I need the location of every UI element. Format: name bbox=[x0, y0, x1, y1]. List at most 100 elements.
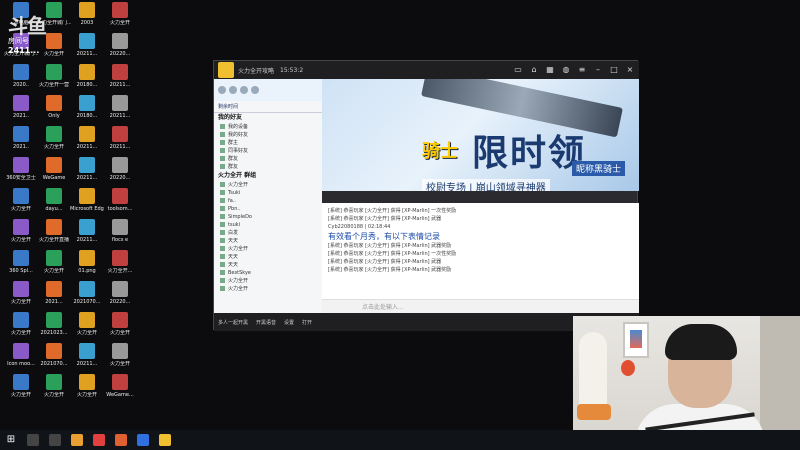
video-icon[interactable]: ▭ bbox=[511, 63, 525, 77]
avatar bbox=[220, 156, 225, 161]
promo-banner[interactable]: 骑士 限时领 昵称黑骑士 校尉专场 | 崩山领域寻神器 bbox=[322, 79, 639, 191]
app-icon bbox=[46, 281, 62, 297]
banner-tag: 昵称黑骑士 bbox=[571, 161, 625, 176]
desktop-icon-label: 01.png bbox=[78, 268, 96, 274]
desktop-icon-label: 2021070... bbox=[73, 299, 101, 305]
app-icon bbox=[46, 95, 62, 111]
avatar bbox=[220, 222, 225, 227]
home-tab-icon[interactable]: ⌂ bbox=[527, 63, 541, 77]
close-button[interactable]: × bbox=[623, 63, 637, 77]
friend-list-item[interactable]: SimpleDo bbox=[214, 213, 322, 221]
friend-group-header[interactable]: 我的好友 bbox=[214, 113, 322, 123]
desktop-icon-label: 20211... bbox=[76, 51, 98, 57]
friend-list-item[interactable]: 我的设备 bbox=[214, 123, 322, 131]
app-icon-orange[interactable] bbox=[115, 434, 127, 446]
app-icon bbox=[112, 343, 128, 359]
start-button[interactable]: ⊞ bbox=[4, 433, 18, 447]
avatar bbox=[220, 206, 225, 211]
avatar bbox=[220, 286, 225, 291]
settings-tab-icon[interactable] bbox=[240, 86, 248, 94]
friend-name: 天天 bbox=[228, 254, 239, 260]
friend-list-item[interactable]: BestSkye bbox=[214, 269, 322, 277]
friend-list-item[interactable]: fa.. bbox=[214, 197, 322, 205]
app-icon bbox=[13, 250, 29, 266]
friend-name: 天天 bbox=[228, 238, 239, 244]
chat-highlight-message: 有效看个月秀，有以下表情记录 bbox=[328, 232, 440, 241]
app-icon bbox=[46, 374, 62, 390]
friend-list-item[interactable]: 群友 bbox=[214, 155, 322, 163]
app-icon bbox=[112, 281, 128, 297]
friend-name: tsuki bbox=[228, 222, 241, 228]
gamepad-icon[interactable]: ◍ bbox=[559, 63, 573, 77]
task-view-icon[interactable] bbox=[49, 434, 61, 446]
minimize-button[interactable]: – bbox=[591, 63, 605, 77]
friend-list-item[interactable]: 火力全开 bbox=[214, 245, 322, 253]
app-icon-red[interactable] bbox=[93, 434, 105, 446]
app-icon bbox=[112, 188, 128, 204]
menu-icon[interactable]: ≡ bbox=[575, 63, 589, 77]
desktop-icon-label: 20180... bbox=[76, 113, 98, 119]
app-icon bbox=[13, 64, 29, 80]
app-icon bbox=[112, 33, 128, 49]
chat-input-placeholder[interactable]: 点击此处输入... bbox=[362, 302, 404, 311]
desktop-icon-label: 火力全开 bbox=[109, 361, 130, 367]
desktop-icon-label: WeGame bbox=[42, 175, 66, 181]
app-icon bbox=[13, 95, 29, 111]
friend-list-item[interactable]: Tsuki bbox=[214, 189, 322, 197]
friend-group-header[interactable]: 火力全开 群组 bbox=[214, 171, 322, 181]
chat-message: [系统] 恭喜玩家 [火力全开] 获得 [XP-Marlin] 武器 bbox=[328, 216, 442, 222]
bottom-bar-item[interactable]: 多人一起开黑 bbox=[218, 319, 248, 326]
friend-list-item[interactable]: 天天 bbox=[214, 237, 322, 245]
groups-tab-icon[interactable] bbox=[229, 86, 237, 94]
friend-list-item[interactable]: 群主 bbox=[214, 139, 322, 147]
desktop-icon[interactable]: 火力全开 bbox=[37, 374, 71, 410]
friend-list-item[interactable]: Pbn.. bbox=[214, 205, 322, 213]
friend-list-item[interactable]: 同事好友 bbox=[214, 147, 322, 155]
friend-list-item[interactable]: 天天 bbox=[214, 253, 322, 261]
friend-list-item[interactable]: tsuki bbox=[214, 221, 322, 229]
maximize-button[interactable]: □ bbox=[607, 63, 621, 77]
friend-list-item[interactable]: 我的好友 bbox=[214, 131, 322, 139]
contacts-tab-icon[interactable] bbox=[218, 86, 226, 94]
desktop-icon-label: 360 Spl... bbox=[9, 268, 33, 274]
desktop-icon-label: 20211... bbox=[76, 361, 98, 367]
browser-icon[interactable] bbox=[137, 434, 149, 446]
friend-list-item[interactable]: 火力全开 bbox=[214, 181, 322, 189]
home-icon[interactable] bbox=[218, 62, 234, 78]
game-launcher-icon[interactable] bbox=[159, 434, 171, 446]
app-icon bbox=[46, 250, 62, 266]
app-icon bbox=[79, 343, 95, 359]
app-icon bbox=[112, 126, 128, 142]
grid-icon[interactable]: ▦ bbox=[543, 63, 557, 77]
friend-name: 我的好友 bbox=[228, 132, 249, 138]
chat-message: [系统] 恭喜玩家 [火力全开] 获得 [XP-Marlin] 武器奖励 bbox=[328, 243, 452, 249]
friend-list-item[interactable]: 火力全开 bbox=[214, 277, 322, 285]
app-icon bbox=[79, 64, 95, 80]
desktop-icon-label: 2021070... bbox=[40, 361, 68, 367]
bottom-bar-item[interactable]: 开黑语音 bbox=[256, 319, 276, 326]
bottom-bar-item[interactable]: 打开 bbox=[302, 319, 312, 326]
taskbar: ⊞ bbox=[0, 430, 800, 450]
desktop-icon[interactable]: WeGame... bbox=[103, 374, 137, 410]
friend-list-item[interactable]: 火力全开 bbox=[214, 285, 322, 293]
friend-list-item[interactable]: 群友 bbox=[214, 163, 322, 171]
app-icon bbox=[112, 95, 128, 111]
desktop-icon-label: 20220... bbox=[109, 299, 131, 305]
desktop-icon-label: 火力全开 bbox=[10, 392, 31, 398]
friends-panel-subheader: 剩余时间 bbox=[214, 101, 322, 113]
desktop-icon[interactable]: 火力全开 bbox=[70, 374, 104, 410]
search-icon[interactable] bbox=[251, 86, 259, 94]
bottom-bar-item[interactable]: 设置 bbox=[284, 319, 294, 326]
friend-list-item[interactable]: 白发 bbox=[214, 229, 322, 237]
rocket-fin bbox=[577, 404, 611, 420]
avatar bbox=[220, 148, 225, 153]
friend-name: fa.. bbox=[228, 198, 237, 204]
friend-list-item[interactable]: 天天 bbox=[214, 261, 322, 269]
search-taskbar-icon[interactable] bbox=[27, 434, 39, 446]
friend-name: BestSkye bbox=[228, 270, 251, 276]
friend-name: 火力全开 bbox=[228, 278, 249, 284]
friend-name: 火力全开 bbox=[228, 246, 249, 252]
explorer-icon[interactable] bbox=[71, 434, 83, 446]
chat-input-bar[interactable]: 点击此处输入... bbox=[322, 299, 639, 313]
desktop-icon[interactable]: 火力全开 bbox=[4, 374, 38, 410]
